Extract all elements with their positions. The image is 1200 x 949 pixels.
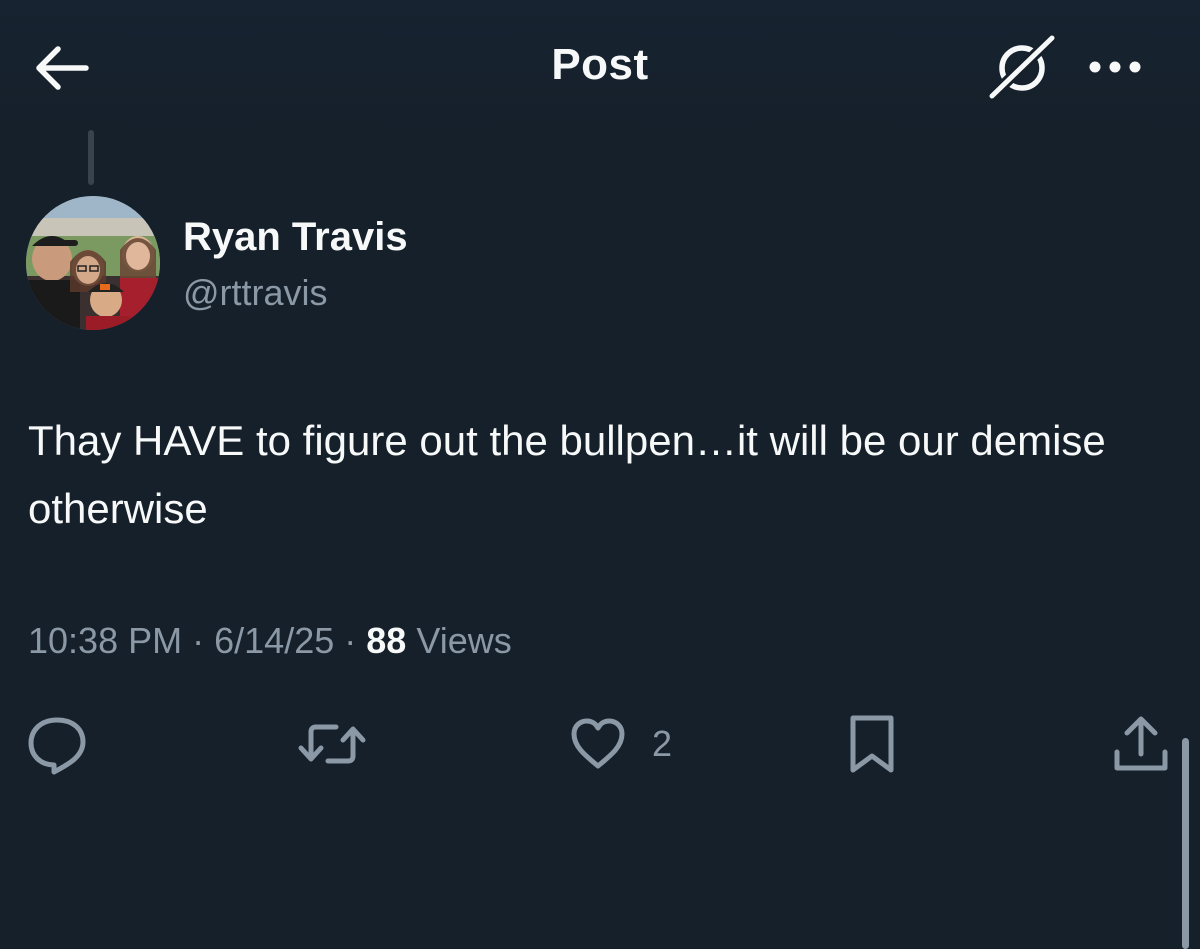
grok-icon xyxy=(988,32,1058,100)
repost-button[interactable] xyxy=(296,712,368,776)
like-count: 2 xyxy=(652,723,673,764)
scrollbar[interactable] xyxy=(1182,738,1189,949)
meta-separator: · xyxy=(344,620,357,661)
avatar[interactable] xyxy=(26,196,160,330)
views-label: Views xyxy=(416,620,512,661)
family-photo-avatar xyxy=(26,196,160,330)
top-navigation-bar: Post xyxy=(0,0,1200,130)
repost-icon xyxy=(298,724,366,764)
author-display-name[interactable]: Ryan Travis xyxy=(183,215,408,260)
like-button[interactable]: 2 xyxy=(568,712,688,776)
post-metadata: 10:38 PM · 6/14/25 · 88 Views xyxy=(28,620,512,662)
bookmark-icon xyxy=(850,715,894,773)
reply-button[interactable] xyxy=(24,712,90,776)
post-time[interactable]: 10:38 PM xyxy=(28,620,182,661)
author-handle: @rttravis xyxy=(183,272,328,313)
thread-connector-line xyxy=(88,130,94,185)
meta-separator: · xyxy=(192,620,205,661)
bookmark-button[interactable] xyxy=(842,712,902,776)
more-dots-icon xyxy=(1089,61,1141,73)
share-icon xyxy=(1114,716,1168,771)
share-button[interactable] xyxy=(1108,712,1174,776)
views-count: 88 xyxy=(366,620,407,661)
grok-button[interactable] xyxy=(986,32,1058,100)
heart-icon xyxy=(571,718,625,769)
more-options-button[interactable] xyxy=(1082,52,1148,82)
post-text: Thay HAVE to figure out the bullpen…it w… xyxy=(28,417,1106,532)
reply-icon xyxy=(28,717,86,775)
post-date[interactable]: 6/14/25 xyxy=(214,620,334,661)
